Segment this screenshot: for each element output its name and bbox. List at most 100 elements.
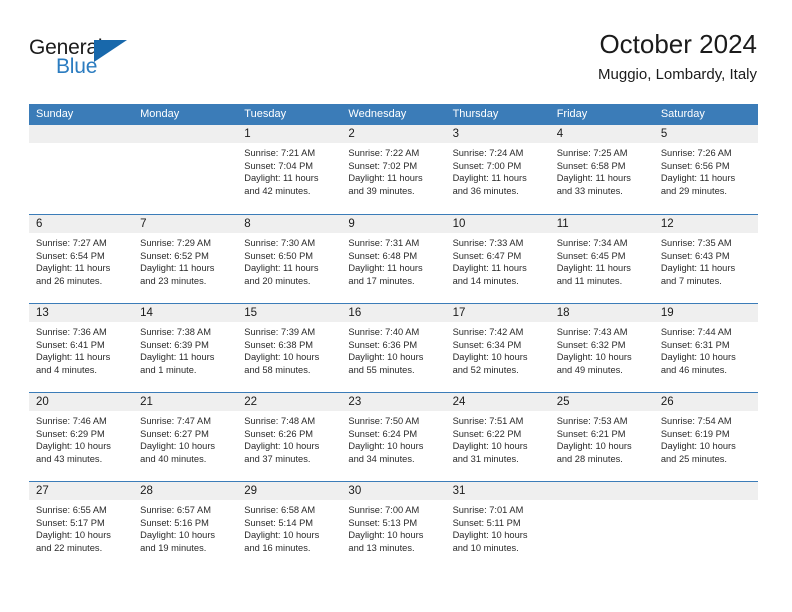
- general-blue-logo[interactable]: General Blue: [29, 36, 159, 88]
- daylight-text-line1: Daylight: 10 hours: [660, 352, 736, 363]
- calendar-day-cell[interactable]: 4 Sunrise: 7:25 AM Sunset: 6:58 PM Dayli…: [549, 125, 654, 214]
- calendar-day-cell[interactable]: 6 Sunrise: 7:27 AM Sunset: 6:54 PM Dayli…: [29, 215, 134, 303]
- sunset-text: Sunset: 6:24 PM: [348, 428, 418, 439]
- daylight-text-line2: and 42 minutes.: [244, 185, 311, 196]
- calendar-day-cell[interactable]: 25 Sunrise: 7:53 AM Sunset: 6:21 PM Dayl…: [549, 393, 654, 481]
- sunset-text: Sunset: 5:14 PM: [244, 517, 314, 528]
- day-number: 9: [348, 218, 355, 230]
- calendar-day-cell[interactable]: 18 Sunrise: 7:43 AM Sunset: 6:32 PM Dayl…: [549, 304, 654, 392]
- sunset-text: Sunset: 6:47 PM: [452, 250, 522, 261]
- calendar-day-cell[interactable]: 30 Sunrise: 7:00 AM Sunset: 5:13 PM Dayl…: [341, 482, 446, 570]
- calendar-day-cell[interactable]: 27 Sunrise: 6:55 AM Sunset: 5:17 PM Dayl…: [29, 482, 134, 570]
- calendar-day-cell[interactable]: 15 Sunrise: 7:39 AM Sunset: 6:38 PM Dayl…: [237, 304, 342, 392]
- calendar-day-cell[interactable]: 23 Sunrise: 7:50 AM Sunset: 6:24 PM Dayl…: [341, 393, 446, 481]
- day-details: Sunrise: 7:25 AM Sunset: 6:58 PM Dayligh…: [550, 143, 654, 197]
- calendar-day-cell[interactable]: 17 Sunrise: 7:42 AM Sunset: 6:34 PM Dayl…: [445, 304, 550, 392]
- day-number: 31: [452, 485, 466, 497]
- sunrise-text: Sunrise: 7:29 AM: [140, 238, 211, 248]
- day-number: 20: [36, 396, 49, 408]
- daylight-text-line1: Daylight: 10 hours: [452, 352, 528, 363]
- calendar-day-cell[interactable]: 13 Sunrise: 7:36 AM Sunset: 6:41 PM Dayl…: [29, 304, 134, 392]
- weekday-header-wednesday: Wednesday: [348, 108, 407, 120]
- calendar-day-cell[interactable]: 10 Sunrise: 7:33 AM Sunset: 6:47 PM Dayl…: [445, 215, 550, 303]
- calendar-day-cell[interactable]: 11 Sunrise: 7:34 AM Sunset: 6:45 PM Dayl…: [549, 215, 654, 303]
- sunrise-text: Sunrise: 7:22 AM: [348, 148, 420, 158]
- day-details: Sunrise: 7:22 AM Sunset: 7:02 PM Dayligh…: [341, 143, 445, 197]
- sunrise-text: Sunrise: 7:25 AM: [556, 148, 628, 158]
- daylight-text-line1: Daylight: 11 hours: [244, 173, 319, 184]
- calendar-week-row: 6 Sunrise: 7:27 AM Sunset: 6:54 PM Dayli…: [29, 214, 758, 303]
- daylight-text-line1: Daylight: 10 hours: [348, 530, 424, 541]
- sunrise-text: Sunrise: 7:46 AM: [36, 416, 107, 426]
- page-subtitle: Muggio, Lombardy, Italy: [598, 66, 757, 83]
- day-number: 19: [660, 307, 674, 319]
- daylight-text-line1: Daylight: 11 hours: [244, 263, 319, 274]
- day-number: 3: [452, 128, 459, 140]
- calendar-day-cell[interactable]: 1 Sunrise: 7:21 AM Sunset: 7:04 PM Dayli…: [237, 125, 342, 214]
- sunrise-text: Sunrise: 7:42 AM: [452, 327, 524, 337]
- day-details: Sunrise: 7:34 AM Sunset: 6:45 PM Dayligh…: [550, 233, 654, 287]
- day-details: Sunrise: 7:40 AM Sunset: 6:36 PM Dayligh…: [341, 322, 445, 376]
- calendar-day-cell[interactable]: 8 Sunrise: 7:30 AM Sunset: 6:50 PM Dayli…: [237, 215, 342, 303]
- daylight-text-line2: and 17 minutes.: [348, 275, 415, 286]
- sunset-text: Sunset: 6:32 PM: [556, 339, 626, 350]
- daylight-text-line2: and 39 minutes.: [348, 185, 415, 196]
- daylight-text-line2: and 25 minutes.: [660, 453, 727, 464]
- sunset-text: Sunset: 6:56 PM: [660, 160, 730, 171]
- calendar-day-cell[interactable]: 22 Sunrise: 7:48 AM Sunset: 6:26 PM Dayl…: [237, 393, 342, 481]
- day-details: Sunrise: 7:35 AM Sunset: 6:43 PM Dayligh…: [654, 233, 758, 287]
- day-details: Sunrise: 7:51 AM Sunset: 6:22 PM Dayligh…: [446, 411, 550, 465]
- day-details: Sunrise: 6:55 AM Sunset: 5:17 PM Dayligh…: [29, 500, 133, 554]
- daylight-text-line1: Daylight: 10 hours: [140, 441, 216, 452]
- sunset-text: Sunset: 6:19 PM: [660, 428, 730, 439]
- calendar-day-cell[interactable]: 21 Sunrise: 7:47 AM Sunset: 6:27 PM Dayl…: [133, 393, 238, 481]
- calendar-day-cell[interactable]: 19 Sunrise: 7:44 AM Sunset: 6:31 PM Dayl…: [653, 304, 758, 392]
- daylight-text-line1: Daylight: 10 hours: [244, 530, 320, 541]
- day-details: [654, 500, 758, 504]
- weekday-header-tuesday: Tuesday: [244, 108, 287, 120]
- day-details: Sunrise: 7:54 AM Sunset: 6:19 PM Dayligh…: [654, 411, 758, 465]
- daylight-text-line2: and 55 minutes.: [348, 364, 415, 375]
- sunset-text: Sunset: 6:45 PM: [556, 250, 626, 261]
- day-details: Sunrise: 7:26 AM Sunset: 6:56 PM Dayligh…: [654, 143, 758, 197]
- day-details: [550, 500, 654, 504]
- daylight-text-line2: and 46 minutes.: [660, 364, 727, 375]
- calendar-day-cell[interactable]: 2 Sunrise: 7:22 AM Sunset: 7:02 PM Dayli…: [341, 125, 446, 214]
- daylight-text-line1: Daylight: 11 hours: [660, 263, 736, 274]
- daylight-text-line1: Daylight: 11 hours: [556, 173, 631, 184]
- calendar-day-cell[interactable]: 20 Sunrise: 7:46 AM Sunset: 6:29 PM Dayl…: [29, 393, 134, 481]
- day-details: Sunrise: 7:30 AM Sunset: 6:50 PM Dayligh…: [237, 233, 341, 287]
- daylight-text-line2: and 19 minutes.: [140, 542, 207, 553]
- daylight-text-line1: Daylight: 11 hours: [36, 352, 111, 363]
- calendar-day-cell[interactable]: 7 Sunrise: 7:29 AM Sunset: 6:52 PM Dayli…: [133, 215, 238, 303]
- sunrise-text: Sunrise: 7:50 AM: [348, 416, 420, 426]
- day-number: 28: [140, 485, 153, 497]
- sunrise-text: Sunrise: 7:31 AM: [348, 238, 420, 248]
- calendar-day-cell[interactable]: 5 Sunrise: 7:26 AM Sunset: 6:56 PM Dayli…: [653, 125, 758, 214]
- daylight-text-line1: Daylight: 10 hours: [660, 441, 736, 452]
- sunrise-text: Sunrise: 7:35 AM: [660, 238, 732, 248]
- sunrise-text: Sunrise: 7:51 AM: [452, 416, 524, 426]
- day-number: 5: [660, 128, 668, 140]
- calendar-day-cell[interactable]: 26 Sunrise: 7:54 AM Sunset: 6:19 PM Dayl…: [653, 393, 758, 481]
- daylight-text-line2: and 23 minutes.: [140, 275, 207, 286]
- calendar-day-cell[interactable]: 16 Sunrise: 7:40 AM Sunset: 6:36 PM Dayl…: [341, 304, 446, 392]
- day-number: 12: [660, 218, 674, 230]
- calendar-day-cell[interactable]: 9 Sunrise: 7:31 AM Sunset: 6:48 PM Dayli…: [341, 215, 446, 303]
- sunrise-text: Sunrise: 7:38 AM: [140, 327, 211, 337]
- day-number: 10: [452, 218, 466, 230]
- sunset-text: Sunset: 6:36 PM: [348, 339, 418, 350]
- calendar-day-cell[interactable]: 28 Sunrise: 6:57 AM Sunset: 5:16 PM Dayl…: [133, 482, 238, 570]
- day-details: Sunrise: 7:33 AM Sunset: 6:47 PM Dayligh…: [446, 233, 550, 287]
- sunset-text: Sunset: 6:41 PM: [36, 339, 105, 350]
- sunset-text: Sunset: 6:38 PM: [244, 339, 314, 350]
- calendar-day-cell[interactable]: 12 Sunrise: 7:35 AM Sunset: 6:43 PM Dayl…: [653, 215, 758, 303]
- calendar-day-cell[interactable]: 3 Sunrise: 7:24 AM Sunset: 7:00 PM Dayli…: [445, 125, 550, 214]
- calendar-day-cell[interactable]: 14 Sunrise: 7:38 AM Sunset: 6:39 PM Dayl…: [133, 304, 238, 392]
- calendar-day-cell[interactable]: 24 Sunrise: 7:51 AM Sunset: 6:22 PM Dayl…: [445, 393, 550, 481]
- calendar-day-cell[interactable]: 31 Sunrise: 7:01 AM Sunset: 5:11 PM Dayl…: [445, 482, 550, 570]
- calendar-day-cell[interactable]: 29 Sunrise: 6:58 AM Sunset: 5:14 PM Dayl…: [237, 482, 342, 570]
- daylight-text-line2: and 22 minutes.: [36, 542, 103, 553]
- calendar-day-cell: [29, 125, 134, 214]
- daylight-text-line1: Daylight: 10 hours: [244, 441, 320, 452]
